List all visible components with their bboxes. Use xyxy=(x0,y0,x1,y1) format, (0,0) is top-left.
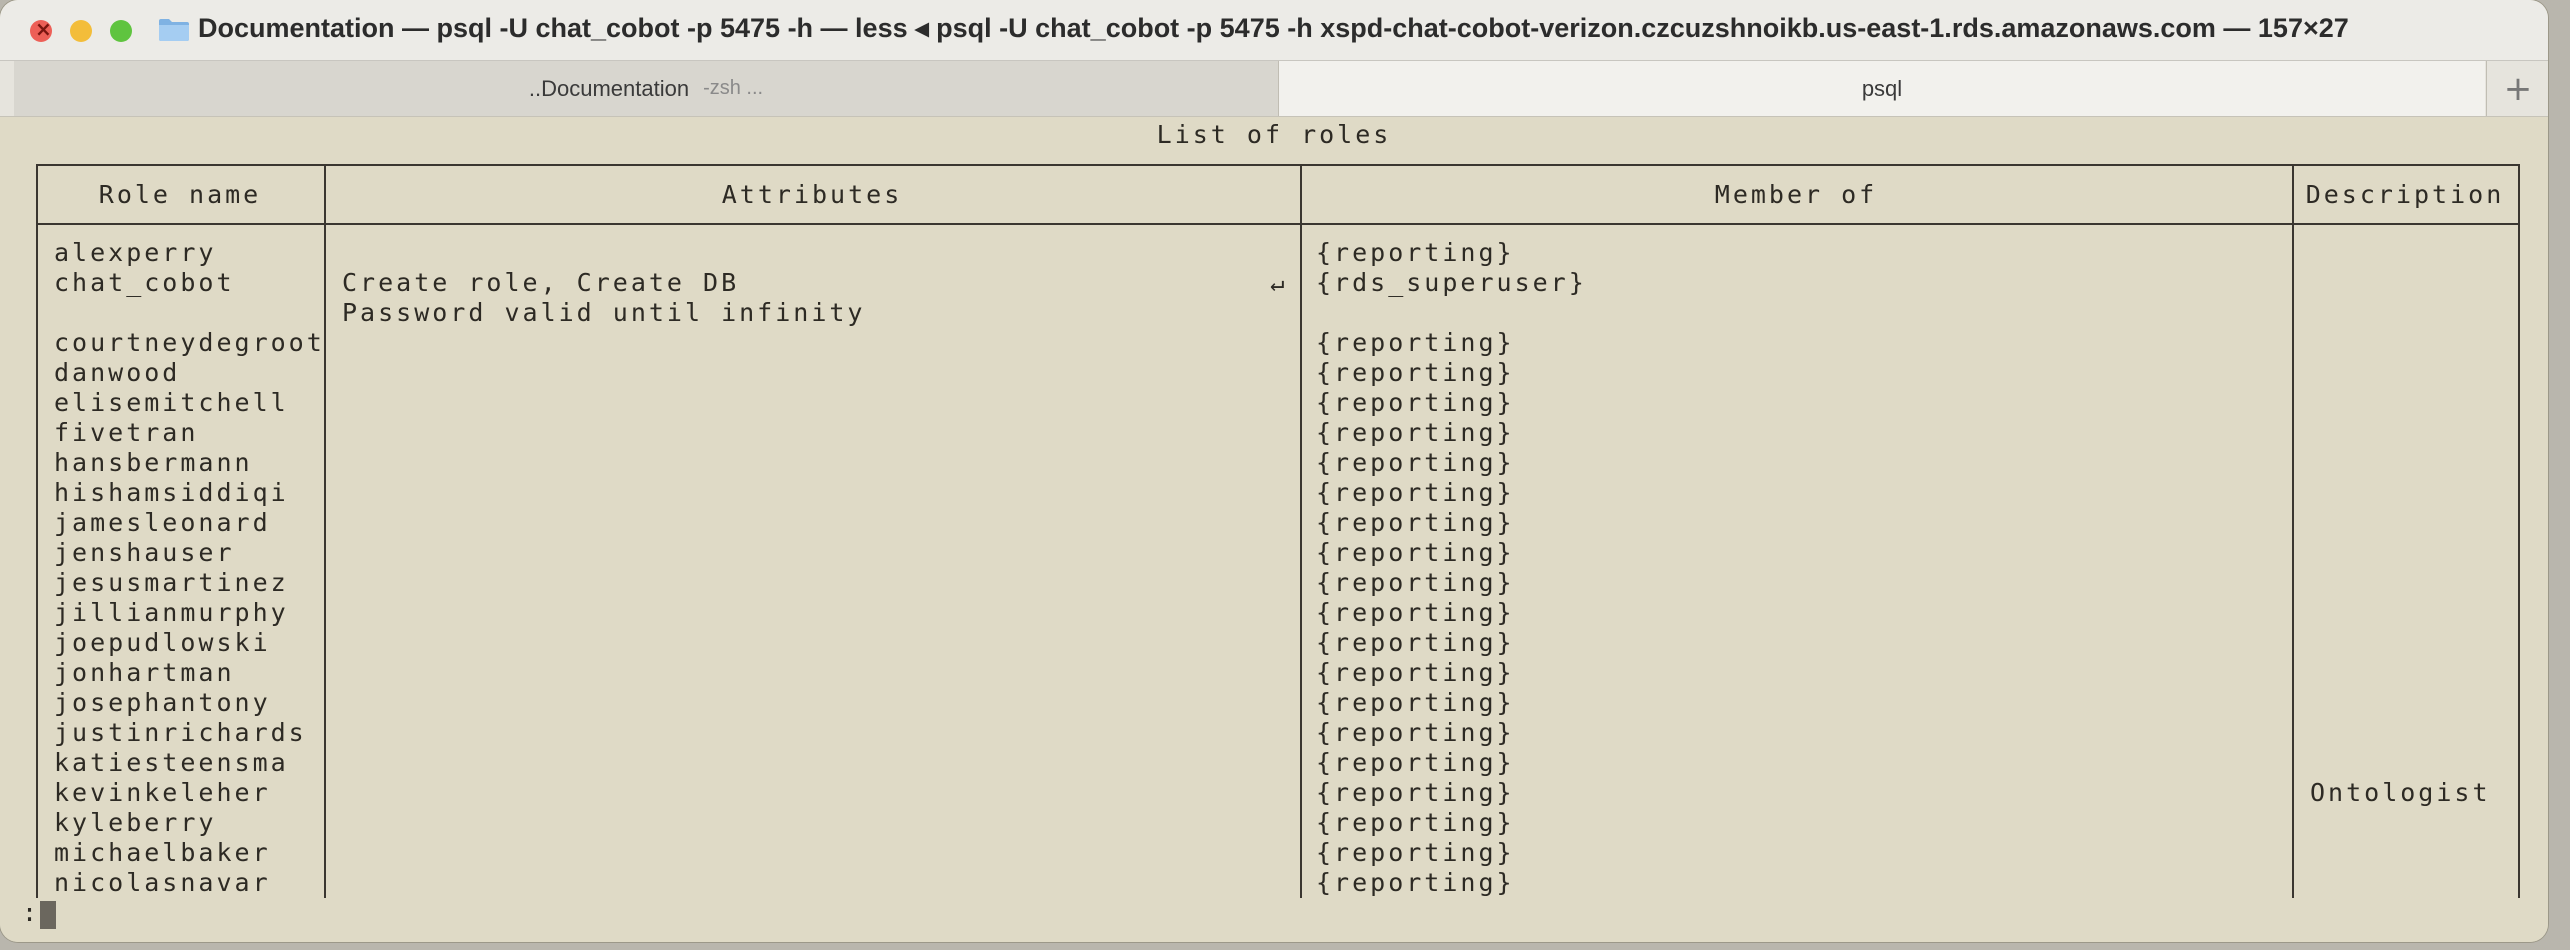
cell-role-name: hishamsiddiqi xyxy=(54,478,289,507)
cell-member-of: {reporting} xyxy=(1316,598,1515,627)
cell-member-of: {reporting} xyxy=(1316,688,1515,717)
cell-role-name: hansbermann xyxy=(54,448,253,477)
column-header-attributes: Attributes xyxy=(721,180,903,209)
cell-role-name: courtneydegroot xyxy=(54,328,325,357)
cell-member-of: {reporting} xyxy=(1316,778,1515,807)
pager-prompt: : xyxy=(22,898,41,927)
cell-attributes: Password valid until infinity xyxy=(342,298,866,327)
cell-role-name: chat_cobot xyxy=(54,268,235,297)
cell-role-name: kyleberry xyxy=(54,808,217,837)
column-border xyxy=(36,164,38,898)
cell-description: Ontologist xyxy=(2310,778,2491,807)
close-window-button[interactable] xyxy=(30,17,52,42)
tab-psql[interactable]: psql xyxy=(1279,61,2485,116)
cell-role-name: fivetran xyxy=(54,418,199,447)
cell-member-of: {reporting} xyxy=(1316,358,1515,387)
new-tab-button[interactable]: + xyxy=(2486,61,2548,116)
terminal-window: Documentation — psql -U chat_cobot -p 54… xyxy=(0,0,2548,942)
cell-member-of: {reporting} xyxy=(1316,748,1515,777)
folder-icon xyxy=(159,19,189,41)
column-border xyxy=(2518,164,2520,898)
column-header-description: Description xyxy=(2305,180,2505,209)
cell-role-name: kevinkeleher xyxy=(54,778,271,807)
minimize-window-button[interactable] xyxy=(70,20,92,42)
cell-role-name: justinrichards xyxy=(54,718,307,747)
cell-member-of: {reporting} xyxy=(1316,388,1515,417)
cell-attributes: Create role, Create DB xyxy=(342,268,740,297)
line-wrap-marker: ↵ xyxy=(1270,269,1285,297)
cell-member-of: {reporting} xyxy=(1316,868,1515,897)
tab-label: ..Documentation xyxy=(528,75,690,101)
column-border xyxy=(1300,164,1302,898)
terminal-output[interactable]: List of roles Role name Attributes Membe… xyxy=(0,117,2548,942)
tab-sublabel: -zsh ... xyxy=(703,77,764,99)
cell-role-name: jenshauser xyxy=(54,538,235,567)
cell-member-of: {reporting} xyxy=(1316,448,1515,477)
maximize-window-button[interactable] xyxy=(110,20,132,42)
column-border xyxy=(324,164,326,898)
cell-role-name: jesusmartinez xyxy=(54,568,289,597)
cell-role-name: michaelbaker xyxy=(54,838,271,867)
cell-role-name: alexperry xyxy=(54,238,217,267)
text-cursor xyxy=(40,901,56,929)
cell-member-of: {reporting} xyxy=(1316,238,1515,267)
tab-documentation[interactable]: ..Documentation -zsh ... xyxy=(14,61,1279,116)
cell-role-name: joepudlowski xyxy=(54,628,271,657)
cell-member-of: {reporting} xyxy=(1316,478,1515,507)
cell-role-name: jonhartman xyxy=(54,658,235,687)
column-header-member-of: Member of xyxy=(1714,180,1878,209)
cell-member-of: {reporting} xyxy=(1316,628,1515,657)
column-border xyxy=(2292,164,2294,898)
cell-role-name: jillianmurphy xyxy=(54,598,289,627)
cell-member-of: {reporting} xyxy=(1316,718,1515,747)
cell-member-of: {reporting} xyxy=(1316,838,1515,867)
header-separator xyxy=(36,223,2518,225)
column-header-role-name: Role name xyxy=(98,180,262,209)
table-top-border xyxy=(36,164,2518,166)
cell-member-of: {reporting} xyxy=(1316,568,1515,597)
cell-member-of: {reporting} xyxy=(1316,538,1515,567)
window-title: Documentation — psql -U chat_cobot -p 54… xyxy=(198,13,2349,43)
cell-member-of: {reporting} xyxy=(1316,328,1515,357)
cell-role-name: elisemitchell xyxy=(54,388,289,417)
cell-role-name: nicolasnavar xyxy=(54,868,271,897)
cell-role-name: jamesleonard xyxy=(54,508,271,537)
cell-role-name: danwood xyxy=(54,358,181,387)
cell-member-of: {reporting} xyxy=(1316,658,1515,687)
table-title: List of roles xyxy=(1156,120,1392,149)
cell-member-of: {rds_superuser} xyxy=(1316,268,1587,297)
cell-member-of: {reporting} xyxy=(1316,508,1515,537)
tab-bar: ..Documentation -zsh ... psql + xyxy=(0,61,2548,117)
cell-member-of: {reporting} xyxy=(1316,808,1515,837)
cell-role-name: katiesteensma xyxy=(54,748,289,777)
cell-role-name: josephantony xyxy=(54,688,271,717)
title-bar: Documentation — psql -U chat_cobot -p 54… xyxy=(0,0,2548,61)
tab-label: psql xyxy=(1861,75,1903,101)
cell-member-of: {reporting} xyxy=(1316,418,1515,447)
